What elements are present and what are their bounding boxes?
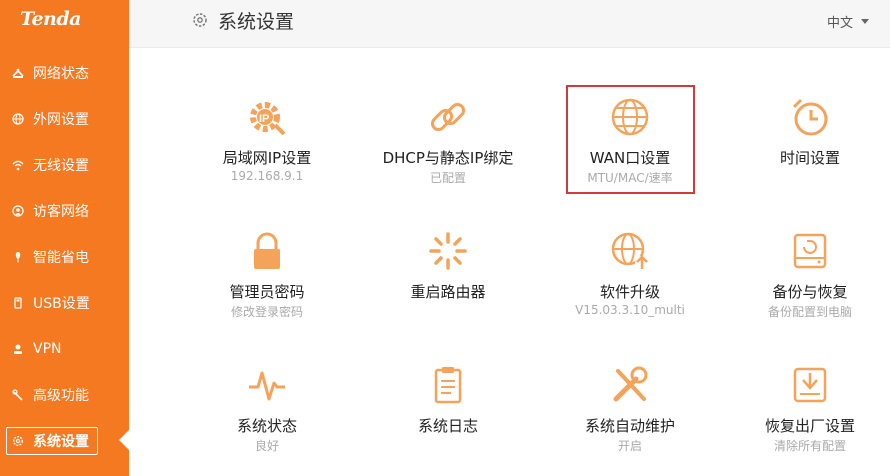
globe-icon <box>12 113 24 125</box>
wrench-icon <box>12 389 24 401</box>
globe-upgrade-icon <box>610 231 650 271</box>
sidebar-item-vpn[interactable]: VPN <box>0 331 129 367</box>
tile-subtitle: 修改登录密码 <box>230 305 303 319</box>
sidebar-item-label: VPN <box>33 341 62 357</box>
sidebar-item-system-settings[interactable]: 系统设置 <box>0 423 129 459</box>
pulse-icon <box>247 365 287 405</box>
tile-subtitle: 清除所有配置 <box>773 439 846 453</box>
tile-name: 备份与恢复 <box>772 283 848 301</box>
sidebar-item-wan-settings[interactable]: 外网设置 <box>0 101 129 137</box>
usb-icon <box>12 297 24 309</box>
guest-icon <box>12 205 24 217</box>
tile-name: 重启路由器 <box>410 283 486 301</box>
network-status-icon <box>12 67 24 79</box>
tile-firmware-upgrade[interactable]: 软件升级 V15.03.3.10_multi <box>540 231 720 351</box>
sidebar-item-wireless[interactable]: 无线设置 <box>0 147 129 183</box>
tenda-logo: Tenda <box>20 8 81 30</box>
tile-reboot-router[interactable]: 重启路由器 <box>358 231 538 351</box>
sidebar-item-label: 高级功能 <box>33 388 89 404</box>
sidebar-item-advanced[interactable]: 高级功能 <box>0 377 129 413</box>
tile-factory-reset[interactable]: 恢复出厂设置 清除所有配置 <box>720 365 890 476</box>
tile-auto-maintenance[interactable]: 系统自动维护 开启 <box>540 365 720 476</box>
active-item-pointer <box>119 430 129 450</box>
tile-system-status[interactable]: 系统状态 良好 <box>177 365 357 476</box>
power-saving-icon <box>12 251 24 263</box>
loading-spinner-icon <box>428 231 468 271</box>
tile-admin-password[interactable]: 管理员密码 修改登录密码 <box>177 231 357 351</box>
backup-drive-icon <box>790 231 830 271</box>
clock-icon <box>790 97 830 137</box>
tile-subtitle: 开启 <box>617 439 642 453</box>
page-header: 系统设置 中文 <box>129 0 890 48</box>
sidebar-item-guest-network[interactable]: 访客网络 <box>0 193 129 229</box>
tile-name: 系统状态 <box>236 417 297 435</box>
tile-dhcp-binding[interactable]: DHCP与静态IP绑定 已配置 <box>358 97 538 217</box>
language-selector[interactable]: 中文 <box>827 12 869 31</box>
tile-system-log[interactable]: 系统日志 <box>358 365 538 476</box>
tile-subtitle: 备份配置到电脑 <box>767 305 852 319</box>
tile-subtitle: 已配置 <box>429 171 466 185</box>
sidebar-item-label: 访客网络 <box>33 204 89 220</box>
active-item-frame <box>6 427 98 455</box>
vpn-icon <box>12 343 24 355</box>
clipboard-icon <box>428 365 468 405</box>
sidebar-item-label: 网络状态 <box>33 66 89 82</box>
tile-lan-ip-settings[interactable]: IP 局域网IP设置 192.168.9.1 <box>177 97 357 217</box>
lock-icon <box>247 231 287 271</box>
tile-name: 系统日志 <box>417 417 478 435</box>
tile-subtitle: V15.03.3.10_multi <box>575 303 685 317</box>
tile-backup-restore[interactable]: 备份与恢复 备份配置到电脑 <box>720 231 890 351</box>
restore-box-icon <box>790 365 830 405</box>
wifi-icon <box>12 159 24 171</box>
tile-time-settings[interactable]: 时间设置 <box>720 97 890 217</box>
sidebar-item-label: USB设置 <box>33 296 90 312</box>
svg-text:IP: IP <box>259 113 269 125</box>
tile-name: 局域网IP设置 <box>222 149 312 167</box>
sidebar-item-network-status[interactable]: 网络状态 <box>0 55 129 91</box>
link-icon <box>428 97 468 137</box>
tile-name: 时间设置 <box>779 149 840 167</box>
sidebar-item-label: 外网设置 <box>33 112 89 128</box>
gear-icon <box>192 12 208 28</box>
lan-ip-gear-icon: IP <box>247 97 287 137</box>
language-label: 中文 <box>826 16 853 31</box>
tile-name: 管理员密码 <box>229 283 305 301</box>
highlight-frame <box>566 85 695 194</box>
tile-name: 系统自动维护 <box>584 417 675 435</box>
tile-subtitle: 192.168.9.1 <box>230 169 304 183</box>
sidebar: Tenda 网络状态 外网设置 无线设置 访客网络 智能省电 USB设置 VPN… <box>0 0 129 476</box>
tools-icon <box>610 365 650 405</box>
sidebar-item-power-saving[interactable]: 智能省电 <box>0 239 129 275</box>
chevron-down-icon <box>861 19 869 24</box>
sidebar-item-label: 无线设置 <box>33 158 89 174</box>
sidebar-item-label: 智能省电 <box>33 250 89 266</box>
sidebar-item-usb[interactable]: USB设置 <box>0 285 129 321</box>
tile-name: 软件升级 <box>599 283 660 301</box>
tile-subtitle: 良好 <box>254 439 279 453</box>
tile-name: 恢复出厂设置 <box>764 417 855 435</box>
tile-name: DHCP与静态IP绑定 <box>382 149 514 167</box>
page-title: 系统设置 <box>218 11 295 33</box>
